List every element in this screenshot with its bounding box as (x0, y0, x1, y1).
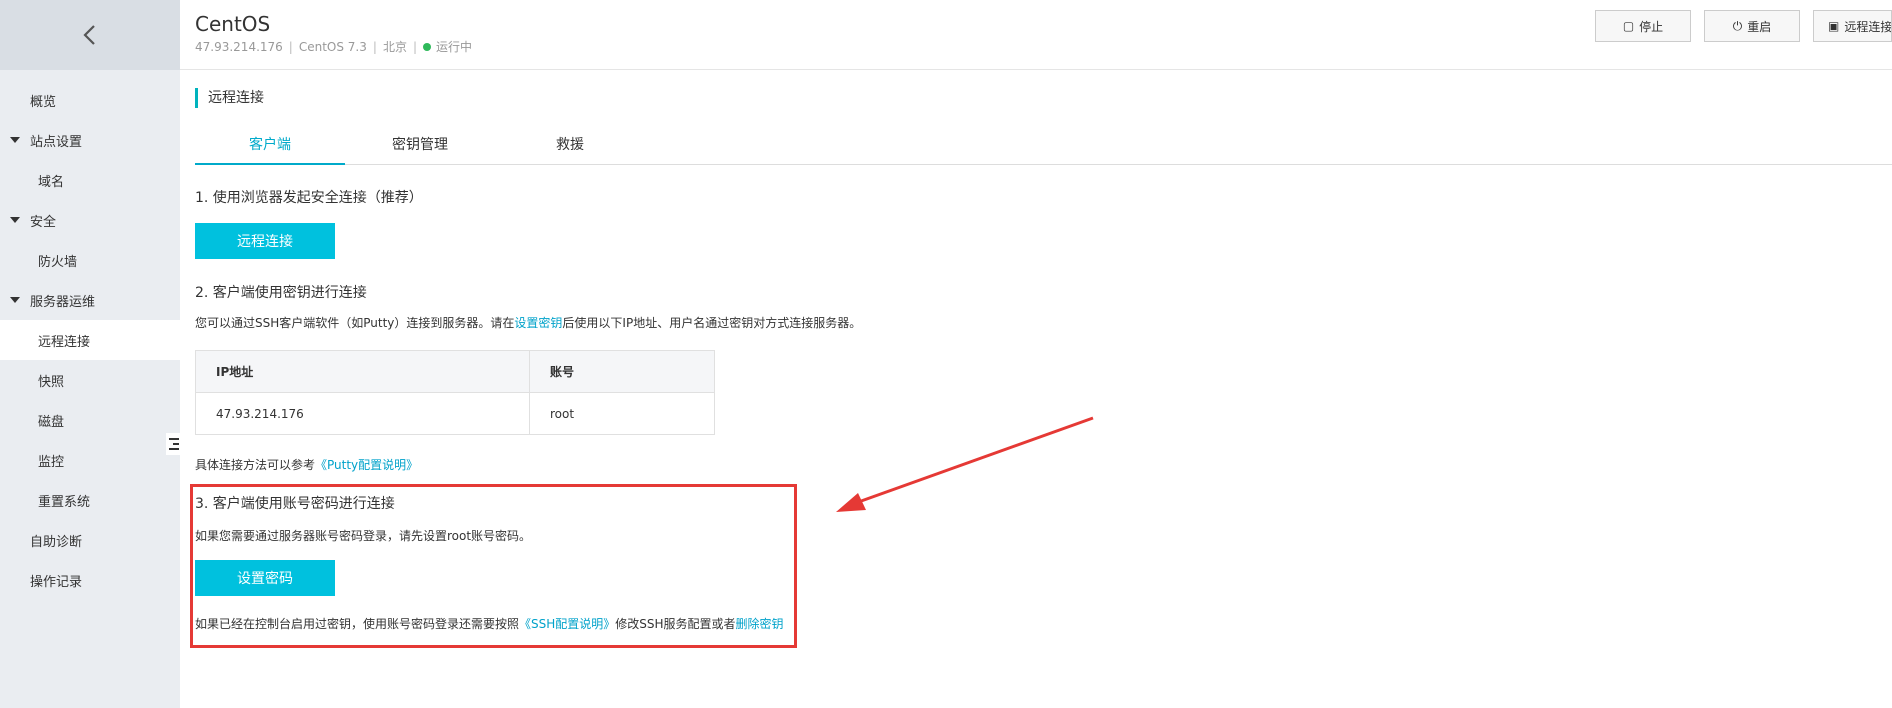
sidebar-item-operation-log[interactable]: 操作记录 (0, 560, 180, 600)
tab-rescue[interactable]: 救援 (495, 125, 645, 165)
table-cell-account: root (529, 392, 715, 435)
status-dot-icon (423, 42, 431, 51)
monitor-icon: ▣ (1828, 19, 1840, 33)
sidebar-item-label: 域名 (38, 174, 65, 190)
stop-button[interactable]: ▢ 停止 (1595, 10, 1691, 42)
sidebar-item-label: 安全 (30, 214, 57, 230)
sidebar-item-label: 概览 (30, 94, 57, 110)
putty-guide-link[interactable]: 《Putty配置说明》 (315, 458, 418, 472)
sidebar-item-snapshot[interactable]: 快照 (0, 360, 180, 400)
instance-os: CentOS 7.3 (298, 39, 367, 54)
sidebar-item-remote-connect[interactable]: 远程连接 (0, 320, 180, 360)
connection-info-table: IP地址 账号 47.93.214.176 root (195, 350, 715, 435)
caret-down-icon (10, 137, 20, 143)
set-password-button[interactable]: 设置密码 (195, 560, 335, 596)
sidebar-item-label: 重置系统 (38, 494, 91, 510)
main-content: 远程连接 客户端 密钥管理 救援 1. 使用浏览器发起安全连接（推荐） 远程连接… (180, 70, 1892, 708)
instance-meta: 47.93.214.176 | CentOS 7.3 | 北京 | 运行中 (195, 39, 473, 55)
instance-header: CentOS 47.93.214.176 | CentOS 7.3 | 北京 |… (180, 0, 1892, 70)
sidebar-item-label: 服务器运维 (30, 294, 96, 310)
sidebar: 概览 站点设置 域名 安全 防火墙 服务器运维 远程连接 快照 磁盘 监控 重置… (0, 0, 180, 708)
sidebar-item-label: 远程连接 (38, 334, 91, 350)
sidebar-header (0, 0, 180, 70)
step2-description: 您可以通过SSH客户端软件（如Putty）连接到服务器。请在设置密钥后使用以下I… (195, 316, 862, 330)
step2-title: 2. 客户端使用密钥进行连接 (195, 285, 367, 301)
caret-down-icon (10, 217, 20, 223)
sidebar-item-disk[interactable]: 磁盘 (0, 400, 180, 440)
tab-client[interactable]: 客户端 (195, 125, 345, 165)
tab-bar: 客户端 密钥管理 救援 (195, 125, 1892, 165)
sidebar-item-self-diagnosis[interactable]: 自助诊断 (0, 520, 180, 560)
stop-icon: ▢ (1622, 19, 1635, 33)
sidebar-nav: 概览 站点设置 域名 安全 防火墙 服务器运维 远程连接 快照 磁盘 监控 重置… (0, 70, 180, 600)
chevron-left-icon[interactable] (70, 15, 110, 55)
step1-title: 1. 使用浏览器发起安全连接（推荐） (195, 190, 423, 206)
instance-title: CentOS (195, 12, 271, 36)
sidebar-item-monitor[interactable]: 监控 (0, 440, 180, 480)
sidebar-group-server-ops[interactable]: 服务器运维 (0, 280, 180, 320)
instance-region: 北京 (382, 40, 407, 54)
sidebar-item-label: 防火墙 (38, 254, 78, 270)
tab-key-management[interactable]: 密钥管理 (345, 125, 495, 165)
sidebar-item-label: 磁盘 (38, 414, 65, 430)
sidebar-group-security[interactable]: 安全 (0, 200, 180, 240)
sidebar-item-label: 监控 (38, 454, 65, 470)
sidebar-item-overview[interactable]: 概览 (0, 80, 180, 120)
remote-connect-header-button[interactable]: ▣ 远程连接 (1813, 10, 1892, 42)
set-key-link[interactable]: 设置密钥 (514, 316, 562, 330)
step3-note: 如果已经在控制台启用过密钥，使用账号密码登录还需要按照《SSH配置说明》修改SS… (195, 617, 784, 631)
section-title: 远程连接 (195, 88, 264, 108)
sidebar-item-label: 快照 (38, 374, 65, 390)
sidebar-item-label: 站点设置 (30, 134, 83, 150)
table-row: 47.93.214.176 root (195, 392, 715, 435)
browser-remote-connect-button[interactable]: 远程连接 (195, 223, 335, 259)
instance-status: 运行中 (436, 40, 473, 54)
delete-key-link[interactable]: 删除密钥 (736, 617, 784, 631)
sidebar-item-firewall[interactable]: 防火墙 (0, 240, 180, 280)
table-cell-ip: 47.93.214.176 (195, 392, 530, 435)
step3-description: 如果您需要通过服务器账号密码登录，请先设置root账号密码。 (195, 529, 532, 543)
restart-button[interactable]: ⏻ 重启 (1704, 10, 1800, 42)
caret-down-icon (10, 297, 20, 303)
instance-ip: 47.93.214.176 (195, 39, 283, 54)
sidebar-item-reset-system[interactable]: 重置系统 (0, 480, 180, 520)
putty-reference: 具体连接方法可以参考《Putty配置说明》 (195, 458, 419, 472)
power-icon: ⏻ (1732, 18, 1743, 33)
sidebar-item-label: 自助诊断 (30, 534, 83, 550)
sidebar-item-domain[interactable]: 域名 (0, 160, 180, 200)
table-header-ip: IP地址 (195, 350, 530, 393)
step3-title: 3. 客户端使用账号密码进行连接 (195, 496, 395, 512)
sidebar-group-site-settings[interactable]: 站点设置 (0, 120, 180, 160)
sidebar-item-label: 操作记录 (30, 574, 83, 590)
table-header-account: 账号 (529, 350, 715, 393)
ssh-guide-link[interactable]: 《SSH配置说明》 (519, 617, 615, 631)
